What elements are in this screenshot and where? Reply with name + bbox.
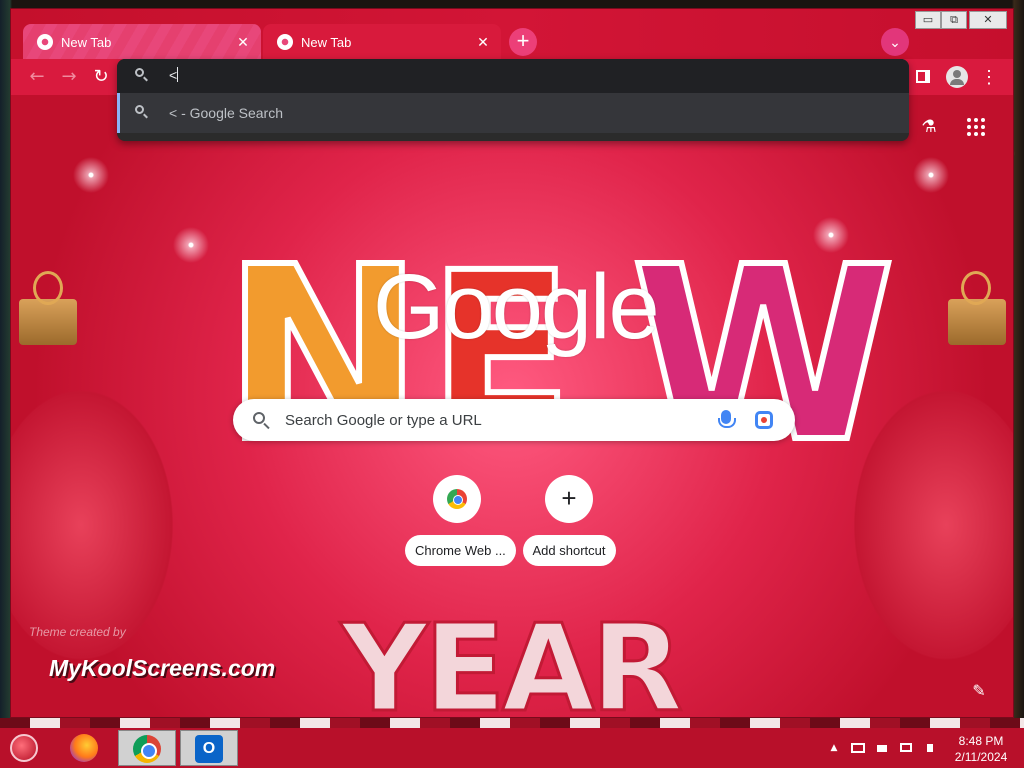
clock-date: 2/11/2024	[954, 750, 1008, 764]
search-placeholder: Search Google or type a URL	[285, 412, 482, 429]
ornament-decoration	[33, 271, 63, 305]
search-icon	[253, 412, 265, 424]
chrome-labs-button[interactable]: ⚗	[917, 115, 941, 139]
shortcut-add[interactable]: + Add shortcut	[517, 475, 621, 566]
ntp-search-box[interactable]: Search Google or type a URL	[233, 399, 795, 441]
restore-button[interactable]: ⧉	[941, 11, 967, 29]
tab-new-tab-2[interactable]: New Tab ✕	[263, 24, 501, 60]
reload-button[interactable]: ↻	[89, 65, 113, 89]
search-icon	[135, 105, 151, 121]
google-apps-button[interactable]	[964, 115, 988, 139]
ornament-decoration	[19, 299, 77, 345]
clock-time: 8:48 PM	[958, 734, 1004, 748]
omnibox-suggestion[interactable]: < - Google Search	[117, 93, 909, 133]
theme-brand-mark: MyKoolScreens.com	[49, 655, 276, 681]
avatar	[946, 66, 968, 88]
sparkle-decoration	[911, 155, 951, 195]
system-clock[interactable]: 8:48 PM 2/11/2024	[946, 733, 1016, 765]
side-panel-button[interactable]	[911, 65, 935, 89]
tab-close-icon[interactable]: ✕	[235, 34, 251, 50]
network-icon[interactable]	[898, 740, 914, 756]
shortcut-tile[interactable]: +	[545, 475, 593, 523]
start-ornament-icon[interactable]	[10, 734, 38, 762]
chrome-icon	[37, 34, 53, 50]
new-tab-page: N E W YEAR Google Search Google or type …	[11, 95, 1013, 718]
tab-label: New Tab	[61, 34, 112, 50]
volume-muted-icon[interactable]	[922, 740, 938, 756]
tab-label: New Tab	[301, 34, 352, 50]
side-panel-icon	[916, 70, 930, 83]
chrome-menu-button[interactable]: ⋮	[977, 65, 1001, 89]
outlook-icon: O	[195, 735, 223, 763]
title-bar: New Tab ✕ New Tab ✕ + ⌄ ▭ ⧉ ✕	[11, 9, 1013, 60]
minimize-button[interactable]: ▭	[915, 11, 941, 29]
shortcut-tile[interactable]	[433, 475, 481, 523]
new-tab-button[interactable]: +	[509, 28, 537, 56]
apps-grid-icon	[964, 115, 988, 139]
chrome-web-store-icon	[447, 489, 467, 509]
chrome-icon	[133, 735, 161, 763]
firefox-icon	[70, 734, 98, 762]
profile-button[interactable]	[945, 65, 969, 89]
tray-overflow-icon[interactable]: ▲	[826, 740, 842, 756]
shortcut-chrome-web-store[interactable]: Chrome Web ...	[405, 475, 516, 566]
action-center-flag-icon[interactable]	[874, 740, 890, 756]
sparkle-decoration	[171, 225, 211, 265]
shortcut-label: Add shortcut	[522, 535, 616, 566]
back-button[interactable]: ←	[25, 65, 49, 89]
shortcut-label: Chrome Web ...	[405, 535, 516, 566]
chrome-window: New Tab ✕ New Tab ✕ + ⌄ ▭ ⧉ ✕ ← → ↻ ⋮ N …	[10, 8, 1014, 718]
taskbar-outlook[interactable]: O	[180, 730, 238, 766]
taskbar-decoration	[0, 718, 1024, 728]
plus-icon: +	[561, 483, 577, 513]
close-window-button[interactable]: ✕	[969, 11, 1007, 29]
omnibox-dropdown: < < - Google Search	[117, 59, 909, 141]
tab-search-button[interactable]: ⌄	[881, 28, 909, 56]
address-input-value[interactable]: <	[169, 67, 179, 83]
taskbar-chrome[interactable]	[118, 730, 176, 766]
selection-indicator	[117, 93, 120, 133]
google-logo: Google	[373, 256, 660, 358]
sparkle-decoration	[71, 155, 111, 195]
customize-chrome-button[interactable]: ✎	[967, 679, 991, 703]
ornament-decoration	[948, 299, 1006, 345]
ornament-decoration	[961, 271, 991, 305]
tray-app-icon[interactable]	[850, 740, 866, 756]
new-year-art: YEAR	[339, 599, 684, 718]
tab-new-tab-1[interactable]: New Tab ✕	[23, 24, 261, 60]
taskbar-firefox[interactable]	[56, 730, 114, 766]
chrome-icon	[277, 34, 293, 50]
forward-button[interactable]: →	[57, 65, 81, 89]
microphone-icon[interactable]	[718, 410, 736, 428]
address-bar[interactable]: <	[117, 59, 909, 93]
suggestion-text: < - Google Search	[169, 105, 284, 121]
search-icon	[135, 68, 151, 84]
google-lens-icon[interactable]	[755, 411, 773, 429]
theme-credit[interactable]: Theme created by	[29, 625, 126, 639]
tab-close-icon[interactable]: ✕	[475, 34, 491, 50]
